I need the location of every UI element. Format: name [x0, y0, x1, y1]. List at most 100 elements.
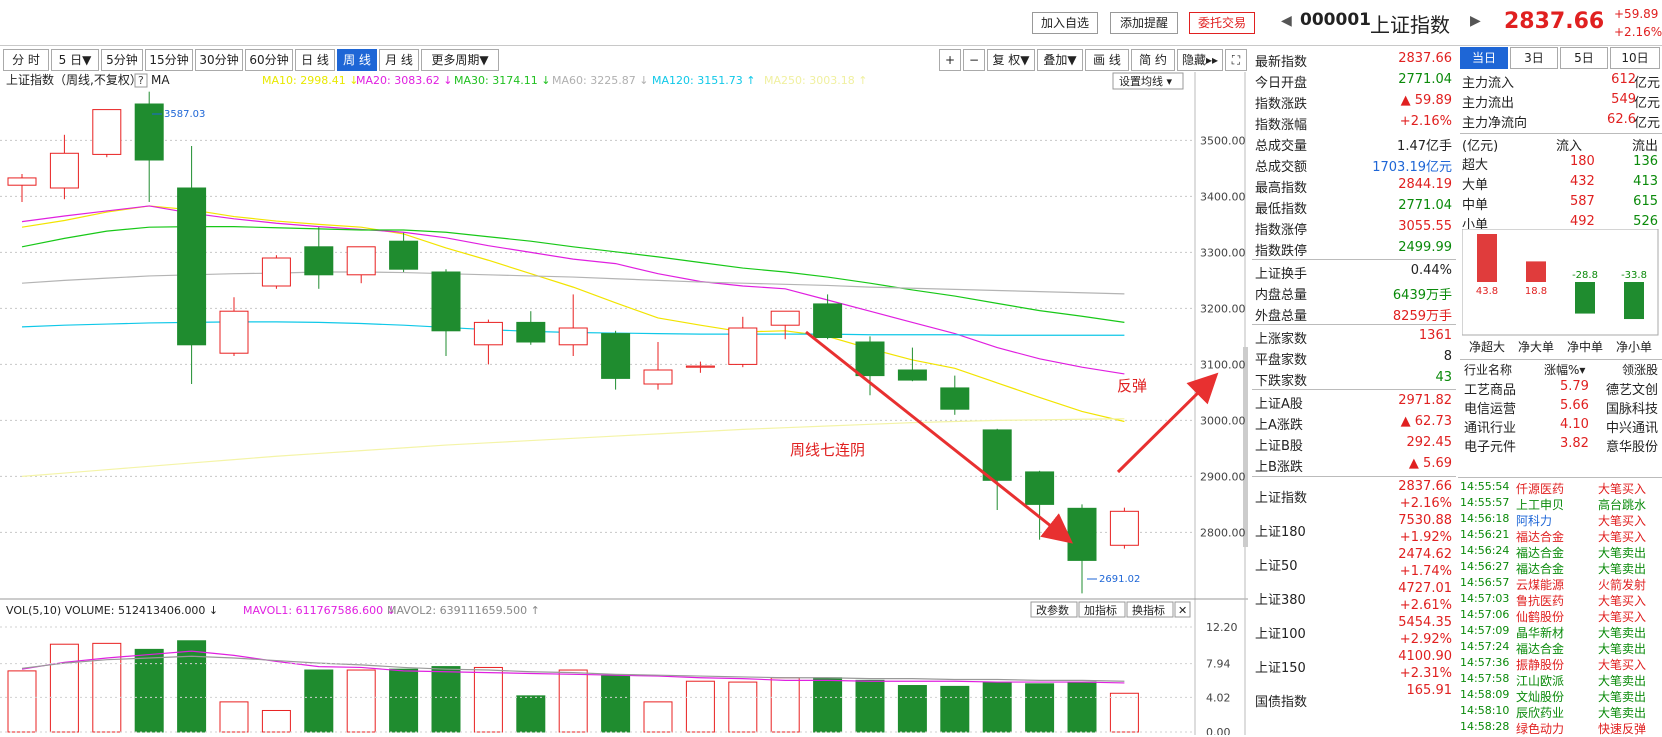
more-periods-dropdown[interactable]: 更多周期▼ [421, 49, 499, 71]
trade-alert-row[interactable]: 14:58:28 绿色动力 快速反弹 [1458, 720, 1662, 736]
quote-row: 总成交额 1703.19亿元 [1250, 154, 1456, 175]
add-favorite-button[interactable]: 加入自选 [1032, 12, 1098, 34]
index-row[interactable]: 上证指数 2837.66 +2.16% [1250, 479, 1456, 513]
trade-alert-row[interactable]: 14:56:18 阿科力 大笔买入 [1458, 512, 1662, 528]
quote-row: 总成交量 1.47亿手 [1250, 133, 1456, 154]
candle-body [897, 369, 927, 381]
trade-time: 14:58:28 [1460, 720, 1510, 733]
y-tick-label: 3500.00 [1200, 134, 1246, 147]
volume-bar [897, 685, 927, 733]
index-row[interactable]: 上证150 4100.90 +2.31% [1250, 649, 1456, 683]
sector-head-pct[interactable]: 涨幅%▾ [1544, 361, 1585, 378]
period-tab-15min[interactable]: 15分钟 [145, 49, 193, 71]
quote-label: 指数涨停 [1255, 223, 1308, 238]
period-toolbar: 分 时 5 日▼ 5分钟 15分钟 30分钟 60分钟 日 线 周 线 月 线 … [3, 47, 1247, 73]
flow-tab-3day[interactable]: 3日 [1510, 47, 1558, 69]
trade-alert-row[interactable]: 14:57:09 晶华新材 大笔卖出 [1458, 624, 1662, 640]
add-alert-button[interactable]: 添加提醒 [1110, 12, 1178, 34]
candle-body [304, 246, 334, 276]
simple-mode-button[interactable]: 简 约 [1131, 49, 1175, 71]
volume-bar [813, 677, 843, 733]
trade-alert-row[interactable]: 14:56:57 云煤能源 火箭发射 [1458, 576, 1662, 592]
sector-head-leader: 领涨股 [1621, 363, 1658, 377]
flow-row-label: 大单 [1462, 178, 1489, 193]
candle-body [1025, 471, 1055, 505]
next-arrow-icon[interactable]: ▶ [1470, 13, 1481, 29]
trade-alert-row[interactable]: 14:58:09 文灿股份 大笔卖出 [1458, 688, 1662, 704]
volume-bar [261, 709, 291, 733]
trade-alert-row[interactable]: 14:57:24 福达合金 大笔卖出 [1458, 640, 1662, 656]
quote-label: 内盘总量 [1255, 288, 1308, 303]
trade-action: 大笔买入 [1598, 530, 1647, 544]
fullscreen-icon[interactable]: ⛶ [1225, 49, 1247, 71]
flow-row-out: 526 [1633, 214, 1658, 229]
sector-name: 通讯行业 [1464, 421, 1517, 436]
period-tab-30min[interactable]: 30分钟 [195, 49, 243, 71]
zoom-out-button[interactable]: − [963, 49, 985, 71]
help-icon: ? [138, 74, 144, 87]
index-row[interactable]: 上证380 4727.01 +2.61% [1250, 581, 1456, 615]
index-row[interactable]: 上证50 2474.62 +1.74% [1250, 547, 1456, 581]
index-row[interactable]: 国债指数 165.91 [1250, 683, 1456, 717]
period-tab-daily[interactable]: 日 线 [295, 49, 335, 71]
trade-alert-row[interactable]: 14:56:27 福达合金 大笔卖出 [1458, 560, 1662, 576]
net-flow-bar [1477, 234, 1497, 282]
period-tab-weekly[interactable]: 周 线 [337, 49, 377, 71]
trade-alert-row[interactable]: 14:58:10 辰欣药业 大笔卖出 [1458, 704, 1662, 720]
trade-alert-row[interactable]: 14:56:24 福达合金 大笔卖出 [1458, 544, 1662, 560]
zoom-in-button[interactable]: + [939, 49, 961, 71]
trade-stock: 江山欧派 [1516, 674, 1565, 688]
trade-action: 大笔卖出 [1598, 690, 1647, 704]
prev-arrow-icon[interactable]: ◀ [1281, 13, 1292, 29]
overlay-dropdown[interactable]: 叠加▼ [1037, 49, 1083, 71]
set-ma-label: 设置均线 ▾ [1119, 74, 1172, 88]
period-tab-monthly[interactable]: 月 线 [379, 49, 419, 71]
trade-alert-row[interactable]: 14:55:54 仟源医药 大笔买入 [1458, 480, 1662, 496]
volume-bar [558, 669, 588, 733]
trade-alert-row[interactable]: 14:56:21 福达合金 大笔买入 [1458, 528, 1662, 544]
period-tab-5min[interactable]: 5分钟 [101, 49, 143, 71]
period-tab-fenshi[interactable]: 分 时 [3, 49, 49, 71]
trade-action: 大笔卖出 [1598, 626, 1647, 640]
sector-row[interactable]: 电子元件 3.82 意华股份 [1460, 435, 1662, 455]
index-row-name: 上证50 [1255, 559, 1298, 574]
sector-head-name: 行业名称 [1464, 363, 1513, 377]
trade-button[interactable]: 委托交易 [1189, 12, 1255, 34]
trade-alert-row[interactable]: 14:57:58 江山欧派 大笔卖出 [1458, 672, 1662, 688]
period-tab-60min[interactable]: 60分钟 [245, 49, 293, 71]
trade-alert-row[interactable]: 14:57:06 仙鹤股份 大笔买入 [1458, 608, 1662, 624]
flow-row-in: 587 [1570, 194, 1595, 209]
trade-alert-row[interactable]: 14:57:03 鲁抗医药 大笔买入 [1458, 592, 1662, 608]
trade-alert-row[interactable]: 14:55:57 上工申贝 高台跳水 [1458, 496, 1662, 512]
index-row-value: 4727.01 [1398, 581, 1452, 596]
flow-row-label: 超大 [1462, 158, 1489, 173]
y-tick-label: 3000.00 [1200, 414, 1246, 427]
quote-label: 上B涨跌 [1255, 460, 1303, 475]
index-row[interactable]: 上证100 5454.35 +2.92% [1250, 615, 1456, 649]
volume-bar [728, 681, 758, 733]
vol-tick-label: 0.00 [1206, 726, 1231, 735]
quote-value: 2837.66 [1398, 51, 1452, 66]
index-row[interactable]: 上证180 7530.88 +1.92% [1250, 513, 1456, 547]
sector-row[interactable]: 电信运营 5.66 国脉科技 [1460, 397, 1662, 417]
sector-row[interactable]: 工艺商品 5.79 德艺文创 [1460, 378, 1662, 398]
trade-action: 火箭发射 [1598, 578, 1647, 592]
scrollbar[interactable] [1243, 347, 1248, 547]
flow-tab-today[interactable]: 当日 [1460, 47, 1508, 69]
vol-mavol1: MAVOL1: 611767586.600 ↓ [243, 604, 396, 617]
restore-rights-dropdown[interactable]: 复 权▼ [987, 49, 1035, 71]
draw-line-button[interactable]: 画 线 [1085, 49, 1129, 71]
sector-row[interactable]: 通讯行业 4.10 中兴通讯 [1460, 416, 1662, 436]
candle-body [49, 152, 79, 189]
flow-tab-10day[interactable]: 10日 [1610, 47, 1660, 69]
ma-legend-item: MA30: 3174.11 ↓ [454, 74, 550, 87]
trade-stock: 云煤能源 [1516, 578, 1565, 592]
sector-pct: 5.79 [1560, 379, 1589, 394]
quote-value: 43 [1435, 370, 1452, 385]
flow-tab-5day[interactable]: 5日 [1560, 47, 1608, 69]
kline-chart[interactable]: 上证指数（周线,不复权） ? MA MA10: 2998.41 ↓MA20: 3… [0, 72, 1248, 735]
period-tab-5day[interactable]: 5 日▼ [51, 49, 99, 71]
hide-panel-button[interactable]: 隐藏▸▸ [1177, 49, 1223, 71]
vol-mavol2: MAVOL2: 639111659.500 ↑ [387, 604, 540, 617]
trade-alert-row[interactable]: 14:57:36 振静股份 大笔买入 [1458, 656, 1662, 672]
